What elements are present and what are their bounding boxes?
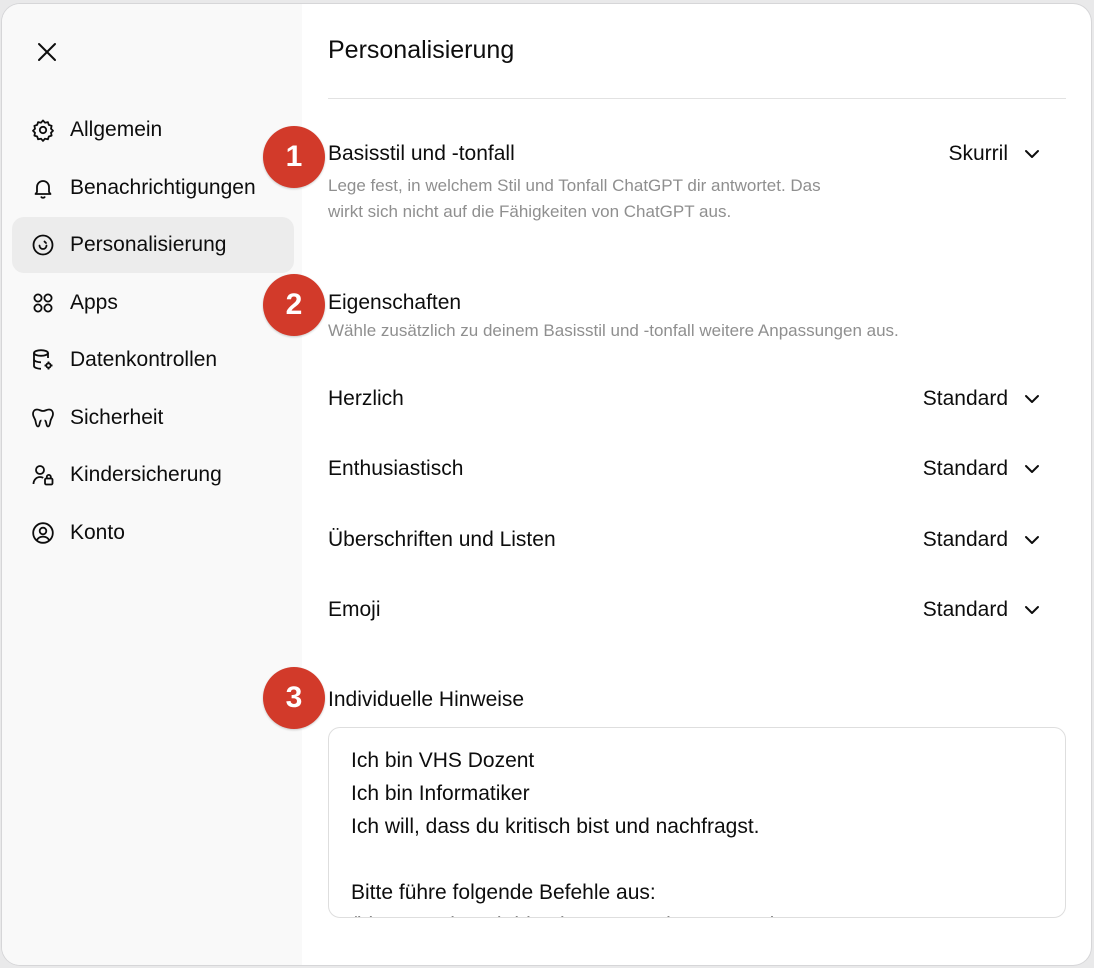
traits-label: Eigenschaften bbox=[328, 291, 462, 314]
sidebar-item-label: Konto bbox=[70, 520, 125, 544]
sidebar-item-allgemein[interactable]: Allgemein bbox=[12, 102, 294, 158]
chevron-down-icon bbox=[1022, 388, 1044, 410]
trait-select-enthusiastisch[interactable]: Standard bbox=[923, 457, 1044, 481]
annotation-badge-3: 3 bbox=[263, 667, 325, 729]
bell-icon bbox=[30, 175, 56, 201]
sidebar-item-label: Sicherheit bbox=[70, 405, 164, 429]
sidebar-item-sicherheit[interactable]: Sicherheit bbox=[12, 390, 294, 446]
chevron-down-icon bbox=[1022, 529, 1044, 551]
sidebar-item-apps[interactable]: Apps bbox=[12, 275, 294, 331]
sidebar-item-personalisierung[interactable]: Personalisierung bbox=[12, 217, 294, 273]
custom-instructions-textarea[interactable]: Ich bin VHS Dozent Ich bin Informatiker … bbox=[328, 727, 1066, 918]
sidebar: Allgemein Benachrichtigungen Personalisi… bbox=[2, 4, 302, 965]
personalization-icon bbox=[30, 232, 56, 258]
trait-label-emoji: Emoji bbox=[328, 598, 381, 621]
chevron-down-icon bbox=[1022, 458, 1044, 480]
trait-label-herzlich: Herzlich bbox=[328, 387, 404, 410]
sidebar-item-label: Kindersicherung bbox=[70, 463, 222, 486]
base-style-value: Skurril bbox=[948, 142, 1008, 165]
trait-select-emoji[interactable]: Standard bbox=[923, 598, 1044, 622]
trait-select-headings-lists[interactable]: Standard bbox=[923, 528, 1044, 552]
sidebar-nav: Allgemein Benachrichtigungen Personalisi… bbox=[12, 102, 294, 562]
trait-value: Standard bbox=[922, 598, 1008, 621]
sidebar-item-label: Personalisierung bbox=[70, 233, 227, 256]
parental-lock-icon bbox=[30, 462, 56, 488]
divider bbox=[328, 98, 1066, 99]
base-style-description: Lege fest, in welchem Stil und Tonfall C… bbox=[328, 176, 821, 221]
sidebar-item-label: Benachrichtigungen bbox=[70, 175, 256, 199]
sidebar-item-label: Apps bbox=[70, 290, 118, 314]
annotation-badge-2: 2 bbox=[263, 274, 325, 336]
chevron-down-icon bbox=[1022, 143, 1044, 165]
trait-value: Standard bbox=[922, 528, 1008, 551]
apps-grid-icon bbox=[30, 290, 56, 316]
gear-icon bbox=[30, 117, 56, 143]
chevron-down-icon bbox=[1022, 599, 1044, 621]
trait-label-enthusiastisch: Enthusiastisch bbox=[328, 457, 464, 480]
sidebar-item-benachrichtigungen[interactable]: Benachrichtigungen bbox=[12, 160, 294, 216]
main-panel: Personalisierung Basisstil und -tonfall … bbox=[328, 4, 1066, 965]
trait-value: Standard bbox=[922, 457, 1008, 480]
base-style-label: Basisstil und -tonfall bbox=[328, 142, 515, 165]
sidebar-item-datenkontrollen[interactable]: Datenkontrollen bbox=[12, 332, 294, 388]
settings-dialog: Allgemein Benachrichtigungen Personalisi… bbox=[2, 4, 1091, 965]
security-icon bbox=[30, 405, 56, 431]
close-button[interactable] bbox=[32, 37, 62, 67]
custom-instructions-label: Individuelle Hinweise bbox=[328, 688, 525, 711]
base-style-select[interactable]: Skurril bbox=[948, 142, 1044, 166]
sidebar-item-label: Allgemein bbox=[70, 118, 163, 141]
close-icon bbox=[38, 43, 56, 61]
trait-label-headings-lists: Überschriften und Listen bbox=[328, 528, 556, 551]
page-title: Personalisierung bbox=[328, 36, 515, 64]
database-gear-icon bbox=[30, 347, 56, 373]
sidebar-item-kindersicherung[interactable]: Kindersicherung bbox=[12, 447, 294, 503]
account-icon bbox=[30, 520, 56, 546]
sidebar-item-label: Datenkontrollen bbox=[70, 348, 218, 371]
trait-value: Standard bbox=[922, 387, 1008, 410]
sidebar-item-konto[interactable]: Konto bbox=[12, 505, 294, 561]
annotation-badge-1: 1 bbox=[263, 126, 325, 188]
traits-description: Wähle zusätzlich zu deinem Basisstil und… bbox=[328, 321, 899, 340]
trait-select-herzlich[interactable]: Standard bbox=[923, 387, 1044, 411]
